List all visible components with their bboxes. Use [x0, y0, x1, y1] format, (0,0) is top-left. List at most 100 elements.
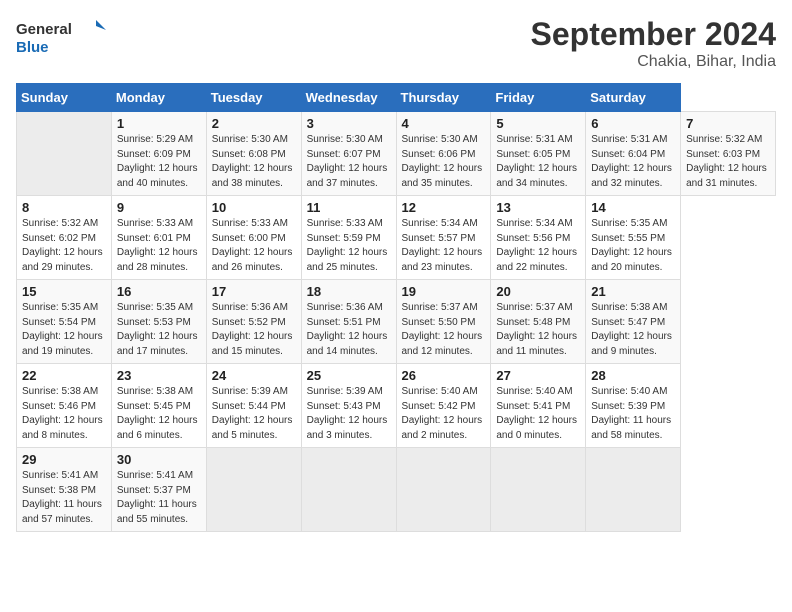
day-number: 6	[591, 116, 675, 131]
calendar-cell: 29 Sunrise: 5:41 AMSunset: 5:38 PMDayligh…	[17, 448, 112, 532]
calendar-cell: 20Sunrise: 5:37 AMSunset: 5:48 PMDayligh…	[491, 280, 586, 364]
col-header-saturday: Saturday	[586, 84, 681, 112]
day-info: Sunrise: 5:37 AMSunset: 5:50 PMDaylight:…	[402, 301, 486, 359]
day-number: 22	[22, 368, 106, 383]
day-number: 5	[496, 116, 580, 131]
day-number: 17	[212, 284, 296, 299]
calendar-cell: 26Sunrise: 5:40 AMSunset: 5:42 PMDayligh…	[396, 364, 491, 448]
day-number: 27	[496, 368, 580, 383]
col-header-wednesday: Wednesday	[301, 84, 396, 112]
day-info: Sunrise: 5:36 AMSunset: 5:51 PMDaylight:…	[307, 301, 391, 359]
title-block: September 2024 Chakia, Bihar, India	[531, 16, 776, 71]
day-number: 12	[402, 200, 486, 215]
calendar-cell: 30 Sunrise: 5:41 AMSunset: 5:37 PMDayligh…	[111, 448, 206, 532]
calendar-cell	[206, 448, 301, 532]
calendar-cell	[301, 448, 396, 532]
day-number: 23	[117, 368, 201, 383]
day-info: Sunrise: 5:35 AMSunset: 5:55 PMDaylight:…	[591, 217, 675, 275]
calendar-cell	[491, 448, 586, 532]
day-number: 29	[22, 452, 106, 467]
page-header: General Blue September 2024 Chakia, Biha…	[16, 16, 776, 71]
day-info: Sunrise: 5:30 AMSunset: 6:07 PMDaylight:…	[307, 133, 391, 191]
calendar-cell	[17, 112, 112, 196]
day-info: Sunrise: 5:34 AMSunset: 5:57 PMDaylight:…	[402, 217, 486, 275]
day-info: Sunrise: 5:41 AMSunset: 5:37 PMDaylight:…	[117, 469, 201, 527]
calendar-cell: 25Sunrise: 5:39 AMSunset: 5:43 PMDayligh…	[301, 364, 396, 448]
day-info: Sunrise: 5:40 AMSunset: 5:42 PMDaylight:…	[402, 385, 486, 443]
day-info: Sunrise: 5:31 AMSunset: 6:04 PMDaylight:…	[591, 133, 675, 191]
calendar-cell: 13 Sunrise: 5:34 AMSunset: 5:56 PMDayligh…	[491, 196, 586, 280]
day-number: 14	[591, 200, 675, 215]
day-number: 1	[117, 116, 201, 131]
calendar-cell: 19 Sunrise: 5:37 AMSunset: 5:50 PMDayligh…	[396, 280, 491, 364]
calendar-cell: 7 Sunrise: 5:32 AMSunset: 6:03 PMDaylight…	[681, 112, 776, 196]
calendar-cell: 18 Sunrise: 5:36 AMSunset: 5:51 PMDayligh…	[301, 280, 396, 364]
calendar-cell: 14 Sunrise: 5:35 AMSunset: 5:55 PMDayligh…	[586, 196, 681, 280]
day-number: 2	[212, 116, 296, 131]
col-header-thursday: Thursday	[396, 84, 491, 112]
day-info: Sunrise: 5:32 AMSunset: 6:02 PMDaylight:…	[22, 217, 106, 275]
day-number: 21	[591, 284, 675, 299]
month-title: September 2024	[531, 16, 776, 53]
day-number: 11	[307, 200, 391, 215]
calendar-cell: 9 Sunrise: 5:33 AMSunset: 6:01 PMDaylight…	[111, 196, 206, 280]
logo: General Blue	[16, 16, 106, 61]
day-info: Sunrise: 5:41 AMSunset: 5:38 PMDaylight:…	[22, 469, 106, 527]
svg-text:General: General	[16, 21, 72, 38]
col-header-sunday: Sunday	[17, 84, 112, 112]
day-number: 4	[402, 116, 486, 131]
calendar-cell: 22Sunrise: 5:38 AMSunset: 5:46 PMDayligh…	[17, 364, 112, 448]
calendar-cell: 1 Sunrise: 5:29 AMSunset: 6:09 PMDaylight…	[111, 112, 206, 196]
day-info: Sunrise: 5:30 AMSunset: 6:08 PMDaylight:…	[212, 133, 296, 191]
calendar-cell: 23Sunrise: 5:38 AMSunset: 5:45 PMDayligh…	[111, 364, 206, 448]
day-number: 7	[686, 116, 770, 131]
day-info: Sunrise: 5:35 AMSunset: 5:54 PMDaylight:…	[22, 301, 106, 359]
calendar-cell: 4 Sunrise: 5:30 AMSunset: 6:06 PMDaylight…	[396, 112, 491, 196]
day-info: Sunrise: 5:34 AMSunset: 5:56 PMDaylight:…	[496, 217, 580, 275]
day-info: Sunrise: 5:33 AMSunset: 6:01 PMDaylight:…	[117, 217, 201, 275]
day-number: 18	[307, 284, 391, 299]
calendar-cell: 27 Sunrise: 5:40 AMSunset: 5:41 PMDayligh…	[491, 364, 586, 448]
calendar-cell: 24 Sunrise: 5:39 AMSunset: 5:44 PMDayligh…	[206, 364, 301, 448]
day-info: Sunrise: 5:29 AMSunset: 6:09 PMDaylight:…	[117, 133, 201, 191]
day-number: 20	[496, 284, 580, 299]
col-header-monday: Monday	[111, 84, 206, 112]
day-number: 15	[22, 284, 106, 299]
day-info: Sunrise: 5:31 AMSunset: 6:05 PMDaylight:…	[496, 133, 580, 191]
calendar-cell: 8Sunrise: 5:32 AMSunset: 6:02 PMDaylight…	[17, 196, 112, 280]
day-info: Sunrise: 5:38 AMSunset: 5:47 PMDaylight:…	[591, 301, 675, 359]
day-number: 10	[212, 200, 296, 215]
calendar-cell: 5 Sunrise: 5:31 AMSunset: 6:05 PMDaylight…	[491, 112, 586, 196]
day-number: 13	[496, 200, 580, 215]
calendar-cell: 10 Sunrise: 5:33 AMSunset: 6:00 PMDayligh…	[206, 196, 301, 280]
col-header-tuesday: Tuesday	[206, 84, 301, 112]
calendar-cell: 15 Sunrise: 5:35 AMSunset: 5:54 PMDayligh…	[17, 280, 112, 364]
day-info: Sunrise: 5:33 AMSunset: 6:00 PMDaylight:…	[212, 217, 296, 275]
calendar-cell: 6 Sunrise: 5:31 AMSunset: 6:04 PMDaylight…	[586, 112, 681, 196]
calendar-cell: 11 Sunrise: 5:33 AMSunset: 5:59 PMDayligh…	[301, 196, 396, 280]
calendar-cell: 17 Sunrise: 5:36 AMSunset: 5:52 PMDayligh…	[206, 280, 301, 364]
location-subtitle: Chakia, Bihar, India	[531, 53, 776, 71]
calendar-cell: 16 Sunrise: 5:35 AMSunset: 5:53 PMDayligh…	[111, 280, 206, 364]
calendar-cell: 28Sunrise: 5:40 AMSunset: 5:39 PMDayligh…	[586, 364, 681, 448]
day-info: Sunrise: 5:39 AMSunset: 5:44 PMDaylight:…	[212, 385, 296, 443]
day-info: Sunrise: 5:33 AMSunset: 5:59 PMDaylight:…	[307, 217, 391, 275]
day-number: 3	[307, 116, 391, 131]
day-info: Sunrise: 5:35 AMSunset: 5:53 PMDaylight:…	[117, 301, 201, 359]
logo-icon: General Blue	[16, 16, 106, 61]
day-info: Sunrise: 5:36 AMSunset: 5:52 PMDaylight:…	[212, 301, 296, 359]
calendar-table: SundayMondayTuesdayWednesdayThursdayFrid…	[16, 83, 776, 532]
day-info: Sunrise: 5:32 AMSunset: 6:03 PMDaylight:…	[686, 133, 770, 191]
day-info: Sunrise: 5:30 AMSunset: 6:06 PMDaylight:…	[402, 133, 486, 191]
day-number: 30	[117, 452, 201, 467]
day-info: Sunrise: 5:40 AMSunset: 5:39 PMDaylight:…	[591, 385, 675, 443]
day-number: 16	[117, 284, 201, 299]
day-info: Sunrise: 5:40 AMSunset: 5:41 PMDaylight:…	[496, 385, 580, 443]
calendar-cell: 21 Sunrise: 5:38 AMSunset: 5:47 PMDayligh…	[586, 280, 681, 364]
day-number: 19	[402, 284, 486, 299]
day-number: 25	[307, 368, 391, 383]
svg-text:Blue: Blue	[16, 39, 49, 56]
day-number: 24	[212, 368, 296, 383]
day-number: 9	[117, 200, 201, 215]
calendar-cell: 2 Sunrise: 5:30 AMSunset: 6:08 PMDaylight…	[206, 112, 301, 196]
